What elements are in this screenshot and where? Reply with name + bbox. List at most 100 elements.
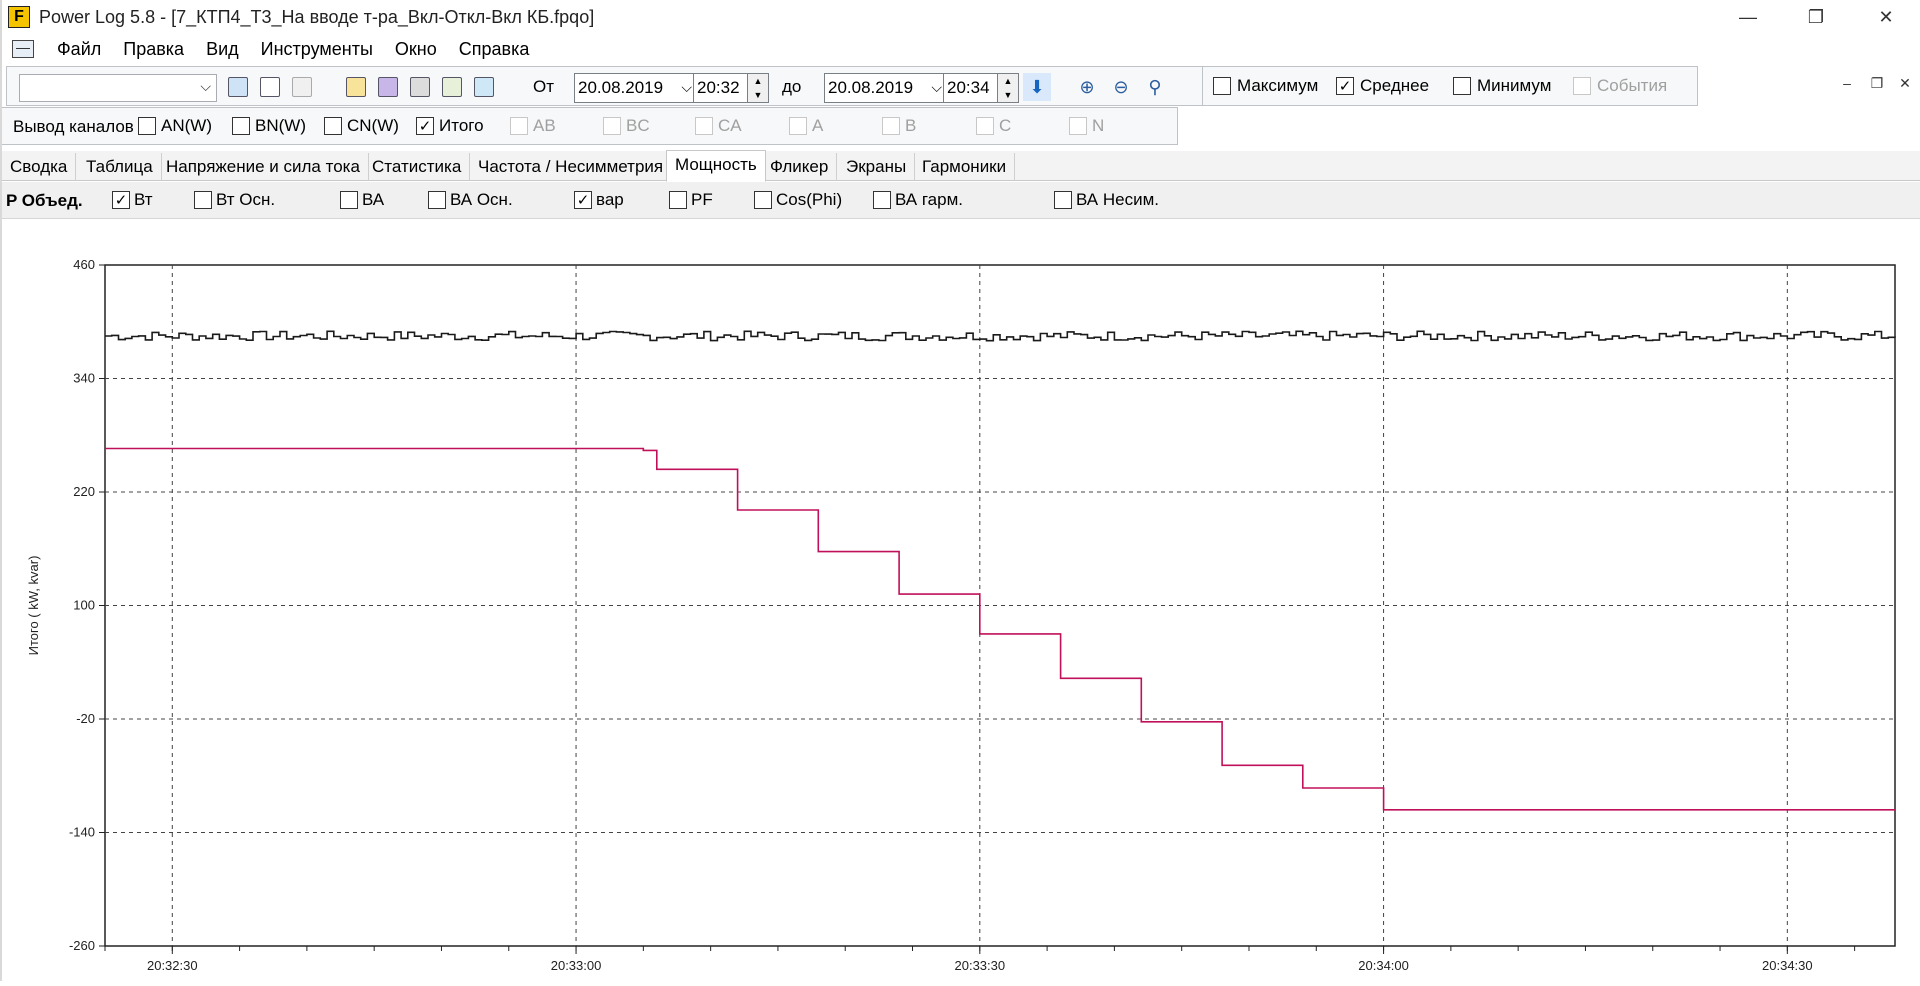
channel-3-checkbox[interactable]: ✓ [416,117,434,135]
channel-1-checkbox[interactable] [232,117,250,135]
aggregate-2-label: Минимум [1477,76,1552,95]
channel-5-label: BC [626,116,650,135]
tab-6[interactable]: Фликер [762,153,838,181]
arrow-down-icon: ⬇ [1029,76,1045,97]
power-1-checkbox[interactable] [194,191,212,209]
channel-7-checkbox[interactable] [789,117,807,135]
menu-item[interactable]: Вид [206,39,239,60]
chart-area: 460 340 220 100 -20 -140 -260 20:32:30 20:33:00 2… [0,220,1920,981]
paste-icon [292,77,312,97]
power-7-label: ВА гарм. [895,190,963,209]
menu-item[interactable]: Правка [123,39,184,60]
power-5-label: PF [691,190,713,209]
tab-4[interactable]: Частота / Несимметрия [470,153,673,181]
menu-item[interactable]: Файл [57,39,101,60]
tab-0[interactable]: Сводка [2,153,77,181]
download-button[interactable] [224,73,252,101]
menu-item[interactable]: Окно [395,39,437,60]
checkmark-icon: ✓ [576,191,590,209]
mdi-minimize-button[interactable]: – [1836,72,1858,94]
channel-4-checkbox[interactable] [510,117,528,135]
close-button[interactable]: ✕ [1856,0,1916,34]
print-button[interactable] [406,73,434,101]
channel-10-checkbox[interactable] [1069,117,1087,135]
menu-item[interactable]: Инструменты [261,39,373,60]
open-button[interactable] [342,73,370,101]
channel-6-label: CA [718,116,742,135]
to-date-input[interactable]: 20.08.2019 ⌵ [824,73,947,103]
report-icon [442,77,462,97]
power-5-checkbox[interactable] [669,191,687,209]
channel-2-label: CN(W) [347,116,399,135]
aggregate-1-label: Среднее [1360,76,1430,95]
y-tick-label: 100 [73,598,95,613]
channel-6-checkbox[interactable] [695,117,713,135]
tab-2[interactable]: Напряжение и сила тока [158,153,369,181]
power-4-label: вар [596,190,624,209]
mdi-restore-button[interactable]: ❐ [1866,72,1888,94]
power-4-checkbox[interactable]: ✓ [574,191,592,209]
export-button[interactable] [470,73,498,101]
download-icon [228,77,248,97]
tab-7[interactable]: Экраны [838,153,916,181]
aggregate-panel: Максимум ✓ Среднее Минимум События [1202,66,1698,106]
zoom-out-button[interactable]: ⊖ [1107,73,1135,101]
power-6-label: Cos(Phi) [776,190,843,209]
aggregate-3-checkbox[interactable] [1573,77,1591,95]
zoom-out-icon: ⊖ [1113,76,1129,97]
zoom-reset-button[interactable]: ⚲ [1141,73,1169,101]
tab-1[interactable]: Таблица [78,153,162,181]
export-icon [474,77,494,97]
zoom-reset-icon: ⚲ [1148,76,1162,97]
channel-9-checkbox[interactable] [976,117,994,135]
tab-8[interactable]: Гармоники [914,153,1016,181]
y-tick-label: 460 [73,257,95,272]
power-2-checkbox[interactable] [340,191,358,209]
power-7-checkbox[interactable] [873,191,891,209]
channel-9-label: C [999,116,1012,135]
zoom-in-button[interactable]: ⊕ [1073,73,1101,101]
power-0-checkbox[interactable]: ✓ [112,191,130,209]
from-time-input[interactable]: 20:32 [693,73,753,103]
aggregate-0-label: Максимум [1237,76,1319,95]
mdi-close-button[interactable]: ✕ [1894,72,1916,94]
save-icon [378,77,398,97]
tab-5[interactable]: Мощность [666,150,766,182]
chevron-down-icon: ⌵ [931,79,942,95]
aggregate-1-checkbox[interactable]: ✓ [1336,77,1354,95]
minimize-button[interactable]: — [1718,0,1778,34]
power-8-checkbox[interactable] [1054,191,1072,209]
report-button[interactable] [438,73,466,101]
power-3-checkbox[interactable] [428,191,446,209]
apply-range-button[interactable]: ⬇ [1023,73,1051,101]
tab-bar: Сводка Таблица Напряжение и сила тока Стати… [0,150,1920,182]
save-button[interactable] [374,73,402,101]
from-date-input[interactable]: 20.08.2019 ⌵ [574,73,697,103]
channel-2-checkbox[interactable] [324,117,342,135]
aggregate-0-checkbox[interactable] [1213,77,1231,95]
channel-output-label: Вывод каналов [13,117,134,136]
tab-3[interactable]: Статистика [364,153,471,181]
channel-0-checkbox[interactable] [138,117,156,135]
chevron-down-icon: ⌵ [200,78,211,94]
from-time-spinner[interactable]: ▲ ▼ [747,73,769,103]
channel-5-checkbox[interactable] [603,117,621,135]
channel-7-label: A [812,116,824,135]
maximize-button[interactable]: ❐ [1786,0,1846,34]
power-group-label: P Объед. [6,191,83,210]
to-time-spinner[interactable]: ▲ ▼ [997,73,1019,103]
document-icon[interactable] [12,40,34,58]
menu-item[interactable]: Справка [459,39,530,60]
power-8-label: ВА Несим. [1076,190,1159,209]
channel-8-checkbox[interactable] [882,117,900,135]
x-tick-label: 20:34:00 [1358,958,1409,973]
aggregate-2-checkbox[interactable] [1453,77,1471,95]
device-select[interactable]: ⌵ [19,74,217,102]
power-6-checkbox[interactable] [754,191,772,209]
channel-toolbar: Вывод каналов AN(W) BN(W) CN(W) ✓ Итого AB BC C… [0,107,1178,145]
channel-8-label: B [905,116,917,135]
paste-button[interactable] [288,73,316,101]
main-toolbar: ⌵ От 20.08.2019 ⌵ 20:32 ▲ ▼ до 20.08.2019 ⌵… [0,66,1700,106]
to-time-input[interactable]: 20:34 [943,73,1003,103]
copy-button[interactable] [256,73,284,101]
